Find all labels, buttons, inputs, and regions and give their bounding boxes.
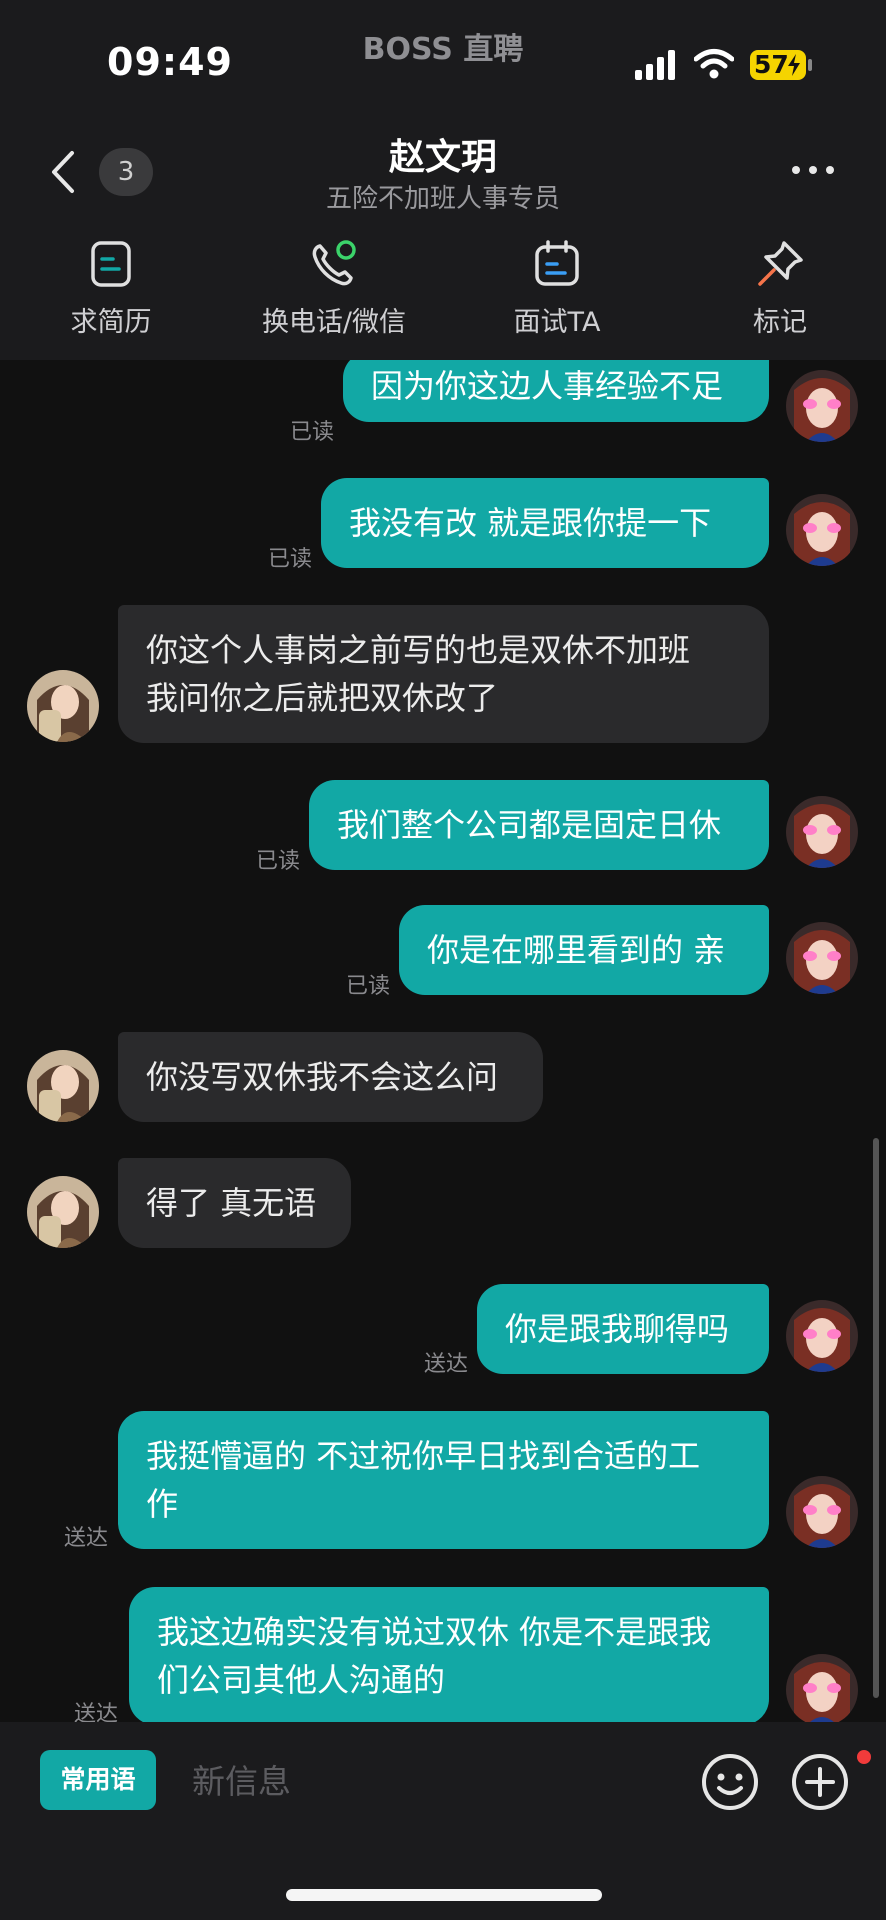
message-line: 作 — [146, 1485, 179, 1523]
message-text: 你是跟我聊得吗 — [505, 1310, 730, 1348]
interview-button[interactable]: 面试TA — [467, 238, 647, 339]
message-bubble-incoming[interactable]: 你这个人事岗之前写的也是双休不加班 我问你之后就把双休改了 — [118, 605, 769, 743]
action-label-phone-wechat: 换电话/微信 — [261, 307, 407, 338]
charging-bolt-icon — [788, 54, 800, 76]
battery-indicator: 57 — [750, 50, 806, 80]
message-bubble-incoming[interactable]: 得了 真无语 — [118, 1158, 351, 1248]
common-phrases-button[interactable]: 常用语 — [40, 1750, 156, 1810]
action-label-interview: 面试TA — [513, 307, 601, 338]
plus-icon[interactable] — [790, 1752, 850, 1812]
self-avatar-image — [786, 1476, 858, 1548]
message-bubble-incoming[interactable]: 你没写双休我不会这么问 — [118, 1032, 543, 1122]
message-input[interactable] — [190, 1750, 674, 1812]
message-text: 你没写双休我不会这么问 — [146, 1058, 499, 1096]
message-bubble-outgoing[interactable]: 我没有改 就是跟你提一下 — [321, 478, 769, 568]
exchange-phone-wechat-button[interactable]: 换电话/微信 — [244, 238, 424, 339]
notification-dot — [857, 1750, 871, 1764]
message-bubble-outgoing[interactable]: 我这边确实没有说过双休 你是不是跟我 们公司其他人沟通的 — [129, 1587, 769, 1722]
message-list[interactable]: 已读 因为你这边人事经验不足 已读 我没有改 就是跟你提一下 你这个人事岗之前写… — [0, 360, 886, 1722]
pin-icon — [758, 241, 803, 286]
avatar-self[interactable] — [786, 494, 858, 566]
avatar-self[interactable] — [786, 796, 858, 868]
self-avatar-image — [786, 370, 858, 442]
self-avatar-image — [786, 1654, 858, 1722]
message-text: 我没有改 就是跟你提一下 — [349, 504, 712, 542]
more-dots-icon[interactable] — [790, 160, 836, 180]
self-avatar-image — [786, 1300, 858, 1372]
message-bubble-outgoing[interactable]: 我们整个公司都是固定日休 — [309, 780, 769, 870]
emoji-icon[interactable] — [700, 1752, 760, 1812]
message-line: 我问你之后就把双休改了 — [146, 679, 499, 717]
avatar-self[interactable] — [786, 922, 858, 994]
read-status: 已读 — [290, 420, 335, 445]
message-text: 得了 真无语 — [146, 1184, 317, 1222]
read-status: 已读 — [268, 547, 313, 572]
self-avatar-image — [786, 796, 858, 868]
avatar-contact[interactable] — [27, 670, 99, 742]
calendar-icon — [535, 240, 579, 286]
contact-avatar-image — [27, 1176, 99, 1248]
contact-avatar-image — [27, 670, 99, 742]
read-status: 已读 — [256, 849, 301, 874]
avatar-contact[interactable] — [27, 1050, 99, 1122]
message-text: 你是在哪里看到的 亲 — [427, 931, 726, 969]
contact-avatar-image — [27, 1050, 99, 1122]
message-line: 我这边确实没有说过双休 你是不是跟我 — [157, 1613, 712, 1651]
request-resume-button[interactable]: 求简历 — [21, 238, 201, 339]
self-avatar-image — [786, 494, 858, 566]
message-bubble-outgoing[interactable]: 因为你这边人事经验不足 — [343, 360, 769, 422]
delivered-status: 送达 — [74, 1702, 119, 1722]
action-label-mark: 标记 — [753, 307, 807, 338]
contact-name: 赵文玥 — [388, 137, 497, 178]
signal-icon — [635, 50, 675, 80]
contact-job-title: 五险不加班人事专员 — [325, 184, 560, 214]
read-status: 已读 — [346, 974, 391, 999]
avatar-self[interactable] — [786, 1300, 858, 1372]
message-bubble-outgoing[interactable]: 你是在哪里看到的 亲 — [399, 905, 769, 995]
resume-icon — [91, 241, 131, 287]
wifi-icon — [694, 49, 734, 79]
message-line: 们公司其他人沟通的 — [157, 1661, 446, 1699]
self-avatar-image — [786, 922, 858, 994]
message-list-scrollbar[interactable] — [873, 1138, 879, 1698]
action-label-resume: 求简历 — [70, 307, 152, 338]
avatar-contact[interactable] — [27, 1176, 99, 1248]
avatar-self[interactable] — [786, 1654, 858, 1722]
avatar-self[interactable] — [786, 1476, 858, 1548]
message-text: 因为你这边人事经验不足 — [371, 367, 724, 405]
mark-button[interactable]: 标记 — [690, 238, 870, 339]
home-indicator[interactable] — [286, 1889, 602, 1901]
message-line: 你这个人事岗之前写的也是双休不加班 — [146, 631, 691, 669]
delivered-status: 送达 — [64, 1526, 109, 1551]
battery-cap — [808, 59, 812, 71]
message-line: 我挺懵逼的 不过祝你早日找到合适的工 — [146, 1437, 701, 1475]
phone-wechat-icon — [312, 240, 356, 286]
status-bar: 09:49 BOSS 直聘 57 — [0, 0, 886, 120]
message-bubble-outgoing[interactable]: 你是跟我聊得吗 — [477, 1284, 769, 1374]
message-text: 我们整个公司都是固定日休 — [337, 806, 722, 844]
message-bubble-outgoing[interactable]: 我挺懵逼的 不过祝你早日找到合适的工 作 — [118, 1411, 769, 1549]
delivered-status: 送达 — [424, 1352, 469, 1377]
battery-level: 57 — [754, 50, 789, 79]
avatar-self[interactable] — [786, 370, 858, 442]
